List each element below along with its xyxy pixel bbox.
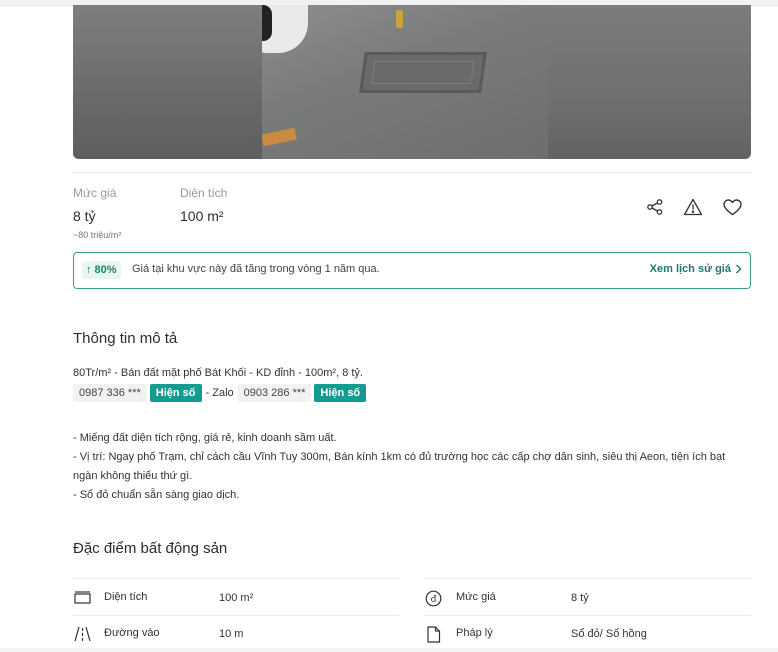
- feature-label-road: Đường vào: [104, 627, 160, 639]
- price-value: 8 tỷ: [73, 208, 96, 224]
- trend-badge: ↑ 80%: [82, 261, 121, 279]
- price-per-m2: ~80 triệu/m²: [73, 230, 122, 240]
- feature-value-area: 100 m²: [219, 592, 254, 604]
- description-line-1: - Miếng đất diện tích rộng, giá rẻ, kinh…: [73, 432, 337, 444]
- phone-number-2: 0903 286 ***: [237, 384, 312, 402]
- divider: [73, 578, 399, 579]
- description-headline: 80Tr/m² - Bán đất mặt phố Bát Khối - KD …: [73, 367, 363, 379]
- description-line-2b: ngàn không thiếu thứ gì.: [73, 470, 193, 482]
- divider: [424, 578, 751, 579]
- feature-label-price: Mức giá: [456, 591, 496, 603]
- price-history-link-label: Xem lịch sử giá: [649, 263, 731, 275]
- feature-value-road: 10 m: [219, 628, 244, 640]
- reveal-phone-button-1[interactable]: Hiện số: [149, 384, 202, 402]
- feature-value-price: 8 tỷ: [571, 592, 589, 604]
- gallery-thumb-left[interactable]: [73, 5, 263, 159]
- description-title: Thông tin mô tả: [73, 330, 178, 347]
- gallery-thumb-right[interactable]: [548, 5, 751, 159]
- share-icon[interactable]: [644, 196, 666, 218]
- area-value: 100 m²: [180, 208, 224, 224]
- divider: [424, 615, 751, 616]
- chevron-right-icon: [736, 264, 742, 274]
- phone-row: 0987 336 *** Hiện số - Zalo 0903 286 ***…: [73, 384, 367, 402]
- area-stat: Diện tích 100 m²: [180, 186, 227, 224]
- trend-text: Giá tại khu vực này đã tăng trong vòng 1…: [132, 263, 380, 275]
- feature-value-legal: Sổ đỏ/ Sổ hồng: [571, 628, 647, 640]
- area-label: Diện tích: [180, 186, 228, 200]
- manhole-cover: [359, 52, 487, 93]
- area-icon: [73, 589, 91, 607]
- price-trend-banner: ↑ 80% Giá tại khu vực này đã tăng trong …: [73, 252, 751, 289]
- road-icon: [73, 625, 91, 643]
- price-label: Mức giá: [73, 186, 117, 200]
- svg-text:đ: đ: [430, 595, 436, 605]
- divider: [73, 172, 751, 173]
- gallery-main-photo[interactable]: [262, 5, 548, 159]
- zalo-separator: - Zalo: [205, 387, 234, 399]
- description-line-2a: - Vị trí: Ngay phố Trạm, chỉ cách cầu Vĩ…: [73, 451, 726, 463]
- photo-gallery[interactable]: [73, 5, 751, 159]
- bottom-strip: [0, 648, 778, 652]
- price-history-link[interactable]: Xem lịch sử giá: [650, 263, 742, 275]
- warning-icon[interactable]: [682, 196, 704, 218]
- car-shape: [262, 5, 308, 53]
- phone-number-1: 0987 336 ***: [73, 384, 147, 402]
- document-icon: [424, 625, 442, 643]
- price-stat: Mức giá 8 tỷ ~80 triệu/m²: [73, 186, 121, 240]
- heart-icon[interactable]: [721, 196, 743, 218]
- feature-label-legal: Pháp lý: [456, 627, 493, 639]
- curb-mark: [262, 127, 297, 147]
- manhole-cover-inner: [371, 61, 475, 84]
- car-tire: [262, 5, 272, 41]
- divider: [73, 615, 399, 616]
- reveal-phone-button-2[interactable]: Hiện số: [314, 384, 367, 402]
- price-dong-icon: đ: [424, 589, 442, 607]
- feature-label-area: Diện tích: [104, 591, 148, 603]
- features-title: Đặc điểm bất động sản: [73, 540, 228, 557]
- description-line-3: - Sổ đỏ chuẩn sẵn sàng giao dịch.: [73, 489, 240, 501]
- lane-marking: [396, 10, 403, 28]
